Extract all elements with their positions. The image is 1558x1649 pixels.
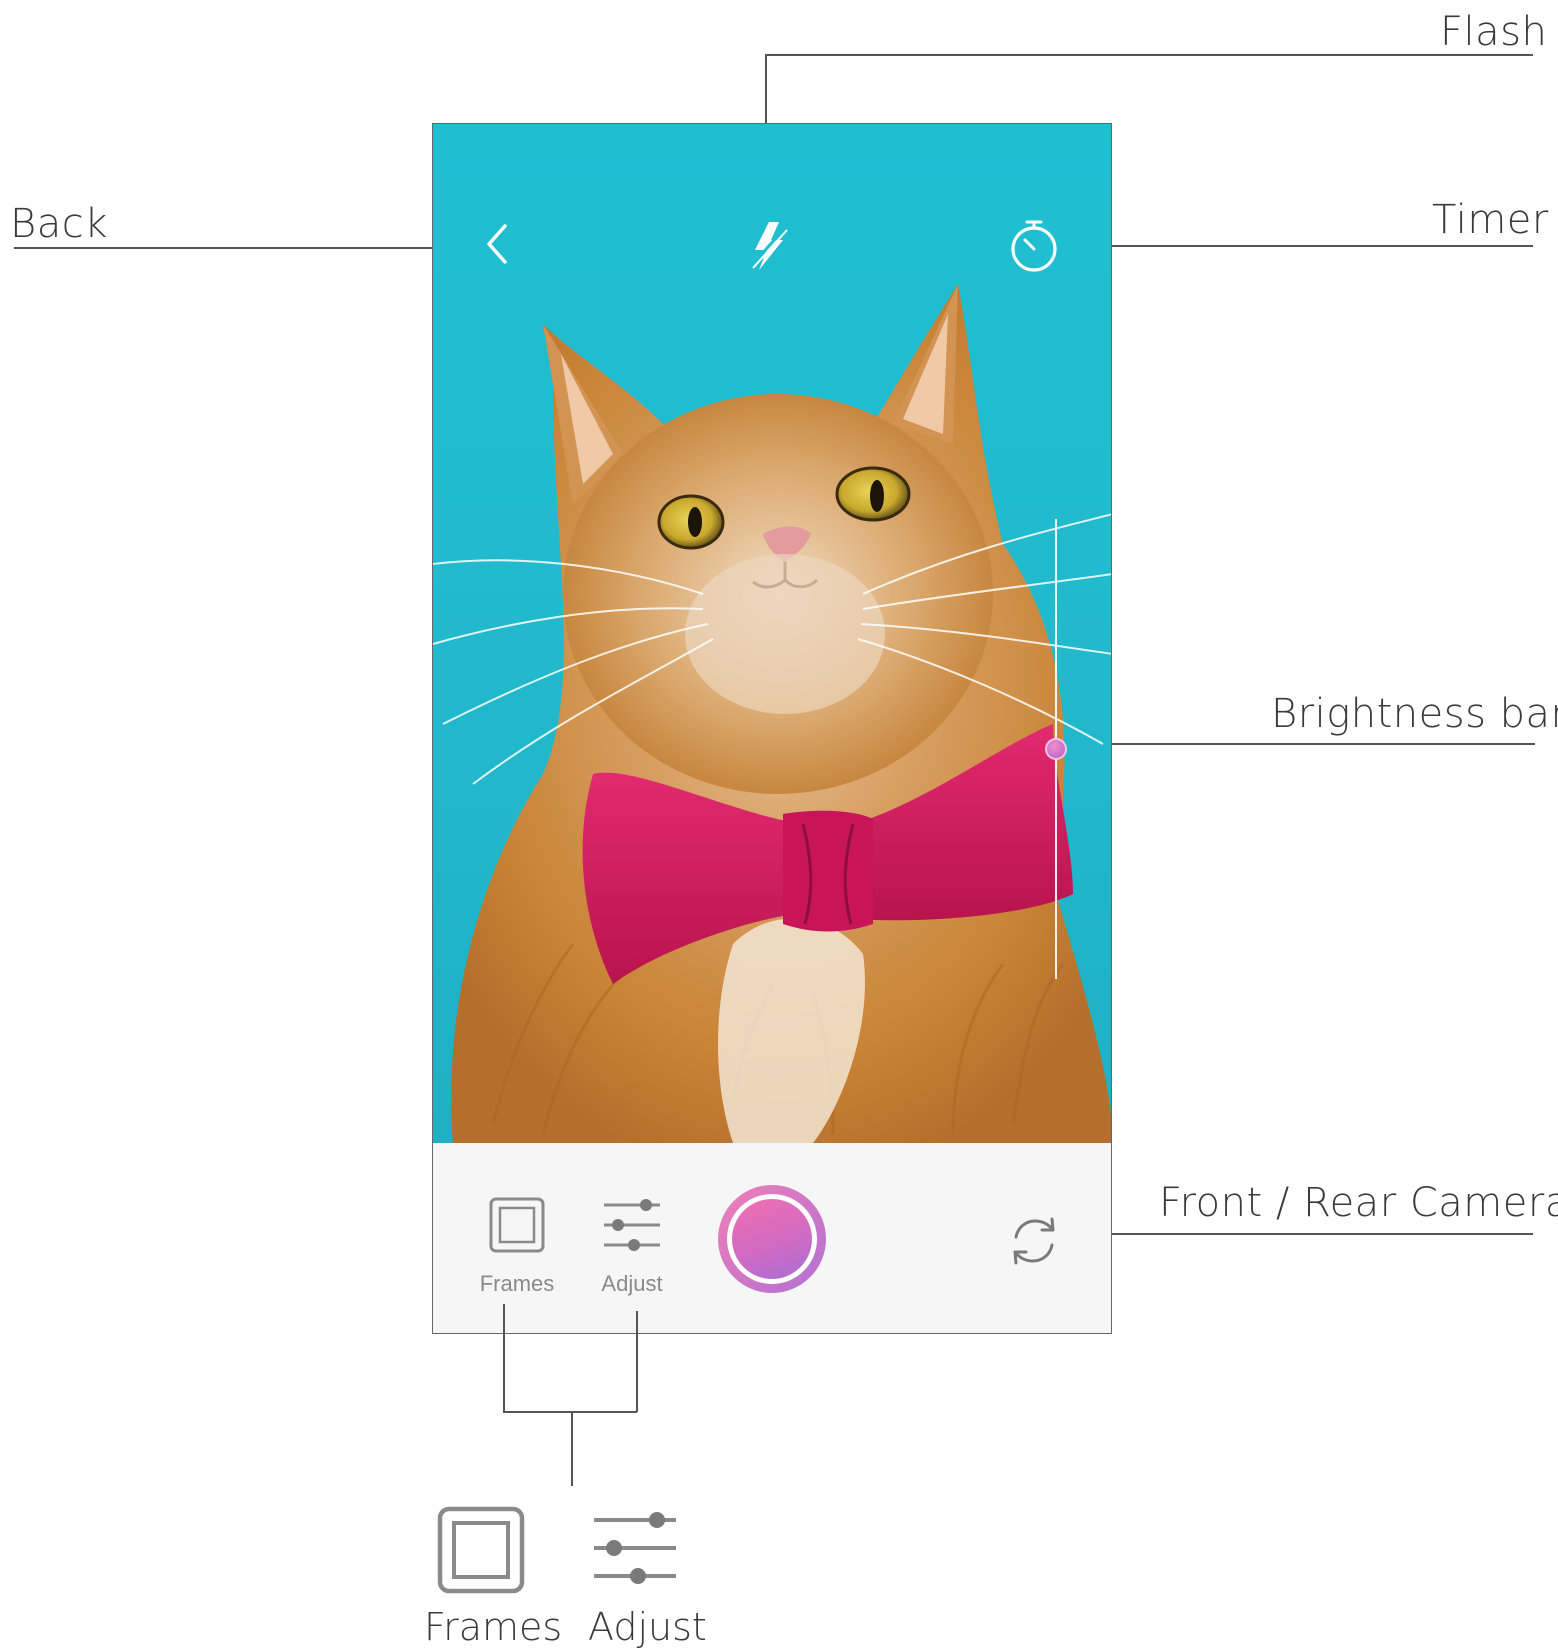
legend-adjust-label: Adjust (588, 1605, 707, 1649)
callout-brightness-label: Brightness bar (1271, 691, 1558, 737)
shutter-core (732, 1199, 812, 1279)
legend-adjust-icon (594, 1512, 676, 1584)
legend-frames-label: Frames (424, 1605, 563, 1649)
adjust-label: Adjust (601, 1271, 663, 1296)
camera-control-bar: Frames Adjust (433, 1143, 1111, 1333)
callout-back-label: Back (10, 201, 108, 247)
camera-switch-icon[interactable] (1006, 1213, 1062, 1269)
brightness-leader (1048, 743, 1535, 745)
camera-switch-leader (1060, 1233, 1533, 1235)
back-icon[interactable] (481, 222, 517, 266)
cat-photo (433, 284, 1111, 1143)
legend-bracket-right (636, 1311, 638, 1412)
legend-frames-icon (437, 1506, 525, 1594)
legend-bracket-stem (571, 1412, 573, 1486)
legend-bracket-left (503, 1304, 505, 1412)
back-leader (14, 247, 474, 249)
phone-screen: Frames Adjust (432, 123, 1112, 1334)
timer-leader (1057, 245, 1533, 247)
shutter-button[interactable] (718, 1185, 826, 1293)
callout-timer-label: Timer (1432, 197, 1549, 243)
timer-icon[interactable] (1007, 220, 1061, 274)
camera-viewfinder[interactable] (433, 124, 1111, 1143)
flash-icon[interactable] (747, 220, 791, 272)
shutter-ring (727, 1194, 817, 1284)
frames-label: Frames (479, 1271, 555, 1296)
frames-button[interactable]: Frames (473, 1183, 573, 1313)
legend-bracket-bottom (503, 1411, 637, 1413)
callout-flash-label: Flash (1440, 9, 1548, 55)
adjust-button[interactable]: Adjust (588, 1183, 688, 1313)
callout-camera-switch-label: Front / Rear Camera (1159, 1180, 1558, 1226)
frames-icon (489, 1197, 545, 1253)
brightness-knob[interactable] (1045, 738, 1067, 760)
adjust-icon (604, 1199, 660, 1251)
flash-leader-horizontal (765, 54, 1533, 56)
